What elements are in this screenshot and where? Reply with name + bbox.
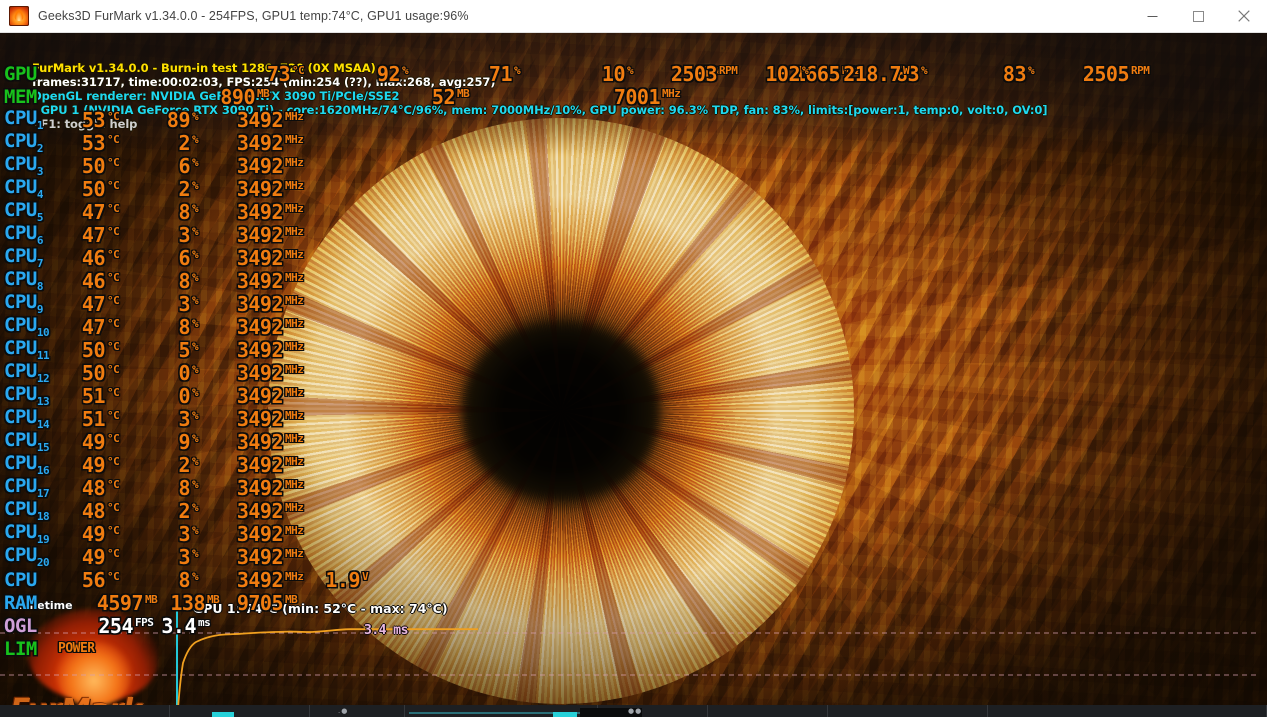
taskbar-cell-5[interactable]: ●● — [598, 705, 708, 717]
maximize-button[interactable] — [1175, 0, 1221, 32]
taskbar-cell-3[interactable]: .● — [310, 705, 405, 717]
taskbar-cell-1[interactable] — [0, 705, 170, 717]
taskbar-cell-4[interactable] — [405, 705, 642, 717]
taskbar-dots-1: .● — [338, 707, 349, 715]
window-titlebar: Geeks3D FurMark v1.34.0.0 - 254FPS, GPU1… — [0, 0, 1267, 33]
scene-top-dim-band — [0, 33, 1267, 155]
close-icon — [1238, 10, 1250, 22]
taskbar-cell-8[interactable] — [988, 705, 1267, 717]
taskbar-cell-2[interactable] — [170, 705, 310, 717]
minimize-icon — [1147, 15, 1157, 17]
furmark-window: Geeks3D FurMark v1.34.0.0 - 254FPS, GPU1… — [0, 0, 1267, 717]
taskbar-active-indicator-2 — [553, 712, 577, 717]
windows-taskbar[interactable]: .● ●● — [0, 705, 1267, 717]
maximize-icon — [1192, 10, 1204, 22]
taskbar-active-indicator-1 — [212, 712, 234, 717]
window-title: Geeks3D FurMark v1.34.0.0 - 254FPS, GPU1… — [38, 9, 469, 23]
taskbar-cell-6[interactable] — [708, 705, 828, 717]
minimize-button[interactable] — [1129, 0, 1175, 32]
furmark-flame-icon — [9, 6, 29, 26]
render-viewport[interactable]: FurMark v1.34.0.0 - Burn-in test 1280x72… — [0, 33, 1267, 705]
close-button[interactable] — [1221, 0, 1267, 32]
taskbar-cell-7[interactable] — [828, 705, 988, 717]
taskbar-dots-2: ●● — [628, 707, 643, 715]
